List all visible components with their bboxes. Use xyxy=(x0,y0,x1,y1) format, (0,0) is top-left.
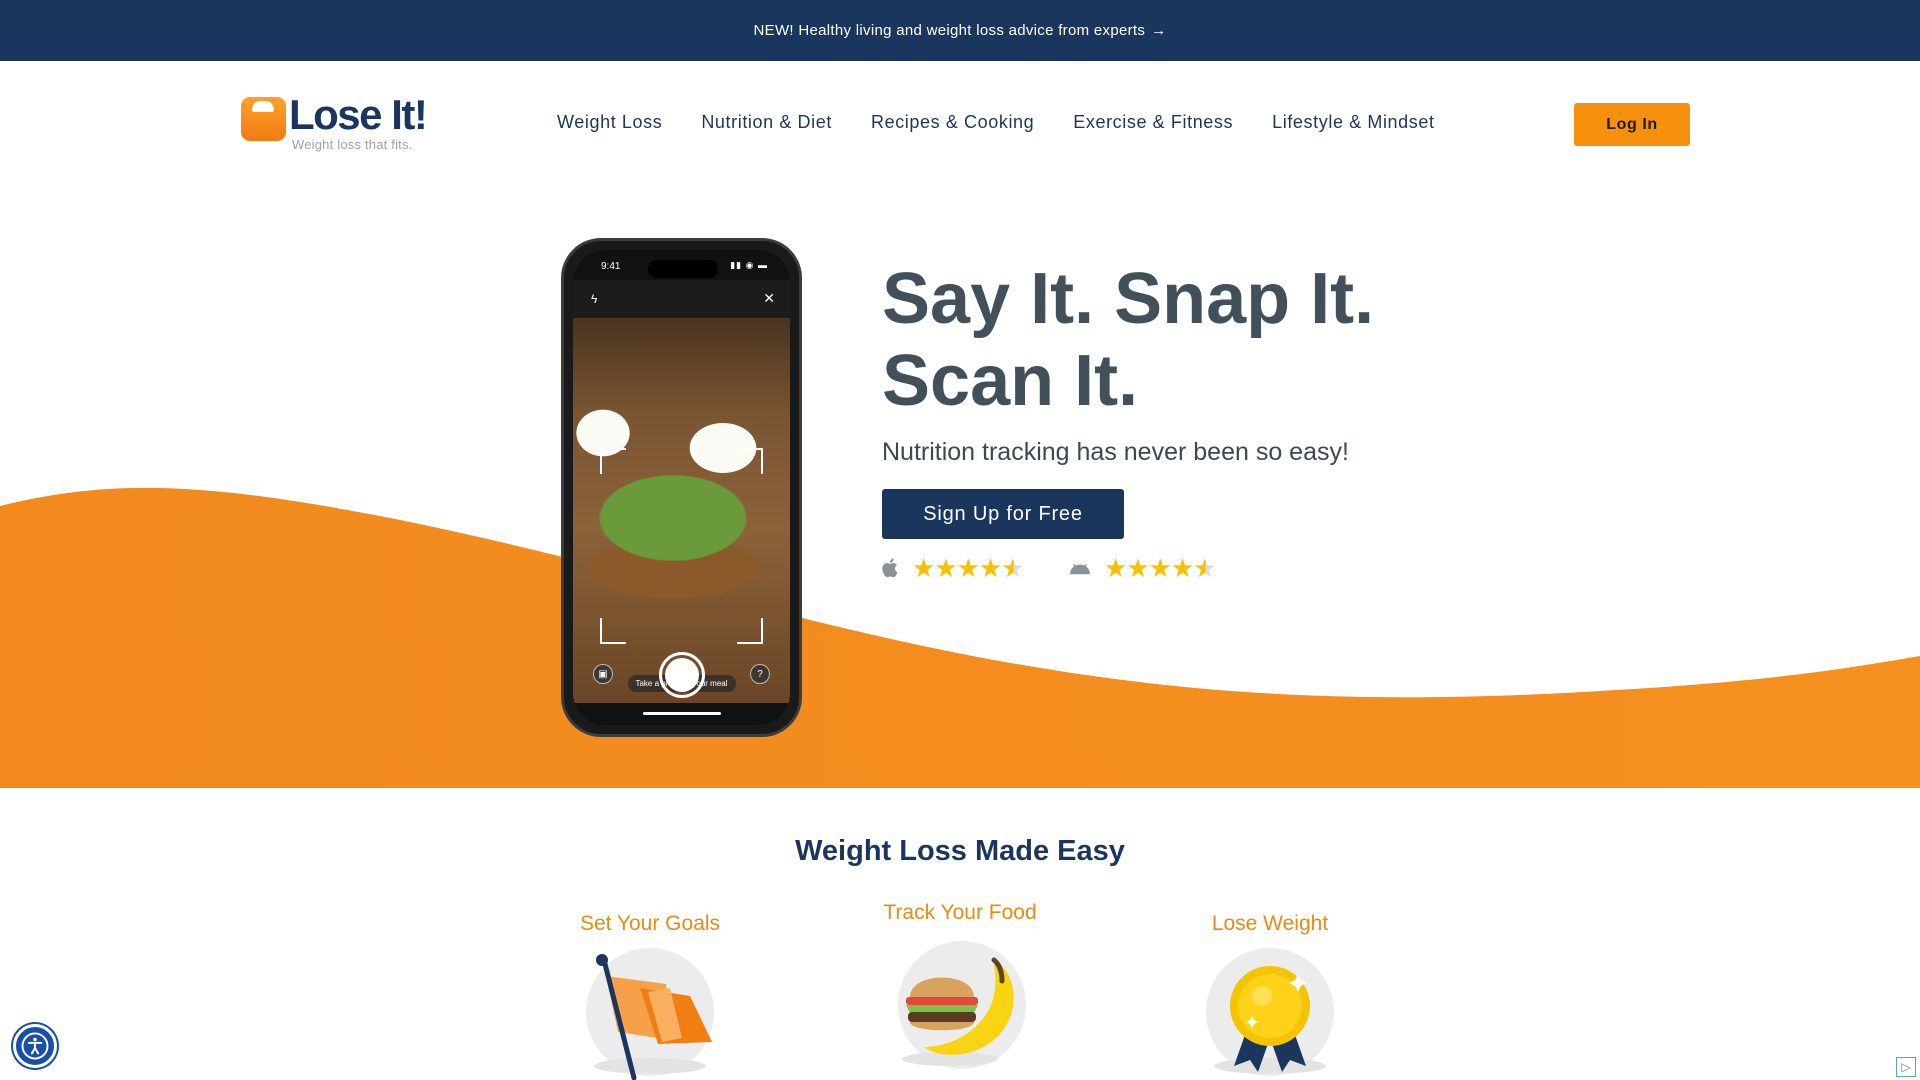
star-rating-apple: ★★★★★ xyxy=(912,553,1025,583)
flash-off-icon: ϟ xyxy=(591,292,598,306)
adchoices-icon[interactable]: ▷ xyxy=(1896,1057,1916,1077)
phone-mockup: Take a photo of your meal 9:41 ▮▮ ◉ ▬ ϟ … xyxy=(561,238,802,737)
phone-time: 9:41 xyxy=(601,261,621,272)
step-set-goals: Set Your Goals xyxy=(520,912,780,936)
hero-headline: Say It. Snap It. Scan It. xyxy=(882,258,1482,422)
app-store-rating[interactable]: ★★★★★ xyxy=(880,553,1025,583)
accessibility-icon xyxy=(21,1032,49,1060)
shutter-button xyxy=(659,652,705,698)
step-label: Set Your Goals xyxy=(579,912,721,935)
login-button[interactable]: Log In xyxy=(1574,103,1690,146)
headline-line-1: Say It. Snap It. xyxy=(882,259,1375,339)
step-track-food: Track Your Food xyxy=(830,901,1090,925)
star-rating-android: ★★★★★ xyxy=(1104,553,1217,583)
features-title: Weight Loss Made Easy xyxy=(795,835,1125,867)
nav-recipes-cooking[interactable]: Recipes & Cooking xyxy=(871,112,1034,133)
accessibility-button[interactable] xyxy=(13,1024,57,1068)
phone-screen: Take a photo of your meal 9:41 ▮▮ ◉ ▬ ϟ … xyxy=(573,250,790,725)
signal-wifi-battery-icon: ▮▮ ◉ ▬ xyxy=(730,260,768,270)
scale-icon xyxy=(241,97,286,141)
hero-subhead: Nutrition tracking has never been so eas… xyxy=(882,438,1349,466)
nav-lifestyle-mindset[interactable]: Lifestyle & Mindset xyxy=(1272,112,1434,133)
signup-button[interactable]: Sign Up for Free xyxy=(882,489,1124,539)
step-label: Lose Weight xyxy=(1211,912,1329,935)
headline-line-2: Scan It. xyxy=(882,341,1139,421)
help-icon: ? xyxy=(750,664,770,684)
nav-weight-loss[interactable]: Weight Loss xyxy=(557,112,662,133)
play-store-rating[interactable]: ★★★★★ xyxy=(1066,553,1217,583)
step-label: Track Your Food xyxy=(883,901,1037,924)
meal-photo: Take a photo of your meal xyxy=(573,318,790,703)
close-icon: ✕ xyxy=(763,290,775,306)
logo[interactable]: Lose It! Weight loss that fits. xyxy=(241,91,431,155)
announcement-text: NEW! Healthy living and weight loss advi… xyxy=(753,22,1146,39)
announcement-bar: NEW! Healthy living and weight loss advi… xyxy=(0,0,1920,61)
step-lose-weight: Lose Weight xyxy=(1140,912,1400,936)
main-nav: Weight Loss Nutrition & Diet Recipes & C… xyxy=(557,112,1474,133)
arrow-right-icon: → xyxy=(1151,22,1167,39)
nav-exercise-fitness[interactable]: Exercise & Fitness xyxy=(1073,112,1233,133)
gallery-icon: ▣ xyxy=(593,664,613,684)
burger-banana-icon xyxy=(898,941,1026,1069)
android-icon xyxy=(1070,563,1090,575)
medal-icon xyxy=(1206,948,1334,1076)
logo-tagline: Weight loss that fits. xyxy=(292,137,413,152)
nav-nutrition-diet[interactable]: Nutrition & Diet xyxy=(701,112,832,133)
logo-wordmark: Lose It! xyxy=(289,91,428,138)
flag-icon xyxy=(586,948,714,1080)
apple-icon xyxy=(882,558,898,578)
announcement-link[interactable]: NEW! Healthy living and weight loss advi… xyxy=(754,22,1167,39)
